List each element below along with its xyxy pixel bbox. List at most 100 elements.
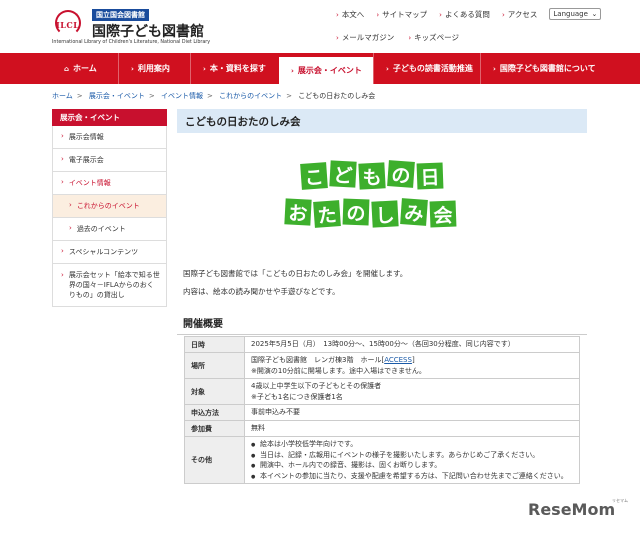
breadcrumb-events[interactable]: 展示会・イベント (89, 92, 145, 100)
table-row: 対象 4歳以上中学生以下の子どもとその保護者 ※子ども1名につき保護者1名 (184, 378, 580, 405)
hero-title-image: こ ど も の 日 お た の し み 会 (177, 151, 587, 251)
sidebar: 展示会・イベント › 展示会情報 › 電子展示会 › イベント情報 › これからのイベン… (52, 109, 167, 307)
list-item: 当日は、記録・広報用にイベントの様子を撮影いたします。あらかじめご了承ください。 (251, 450, 573, 460)
table-key-fee: 参加費 (184, 420, 245, 437)
table-row: 場所 国際子ども図書館 レンガ棟3階 ホール[ACCESS] ※開演の10分前に… (184, 352, 580, 379)
utility-links: › 本文へ › サイトマップ › よくある質問 › アクセス Language ⌄ (336, 8, 602, 20)
hero-tile: た (313, 200, 341, 228)
table-value-other: 絵本は小学校低学年向けです。 当日は、記録・広報用にイベントの様子を撮影いたしま… (244, 436, 580, 484)
sidebar-header[interactable]: 展示会・イベント (52, 109, 167, 126)
breadcrumb-home[interactable]: ホーム (52, 92, 73, 100)
table-value-place: 国際子ども図書館 レンガ棟3階 ホール[ACCESS] ※開演の10分前に開場し… (244, 352, 580, 379)
table-key-other: その他 (184, 436, 245, 484)
sidebar-item-exhibit-set-loan[interactable]: › 展示会セット「絵本で知る世界の国々－IFLAからのおくりもの」の貸出し (52, 264, 167, 307)
logo-english-name: International Library of Children's Lite… (52, 40, 211, 45)
breadcrumb-upcoming[interactable]: これからのイベント (219, 92, 282, 100)
hero-tile: 日 (416, 162, 444, 190)
table-key-place: 場所 (184, 352, 245, 379)
nav-item-about[interactable]: › 国際子ども図書館について (480, 53, 598, 84)
hero-tile: こ (300, 162, 328, 190)
utility-links-secondary: › メールマガジン › キッズページ (336, 32, 473, 43)
hero-tile: お (284, 198, 312, 226)
intro-text: 国際子ども図書館では「こどもの日おたのしみ会」を開催します。 内容は、絵本の読み… (177, 265, 587, 301)
chevron-right-icon: › (69, 224, 72, 232)
util-link-access[interactable]: › アクセス (502, 9, 537, 20)
language-select[interactable]: Language ⌄ (549, 8, 602, 20)
chevron-right-icon: › (501, 10, 505, 19)
table-value-fee: 無料 (244, 420, 580, 437)
breadcrumb-event-info[interactable]: イベント情報 (161, 92, 203, 100)
table-value-target: 4歳以上中学生以下の子どもとその保護者 ※子ども1名につき保護者1名 (244, 378, 580, 405)
util-link-mailmagazine[interactable]: › メールマガジン (336, 32, 394, 43)
table-key-apply: 申込方法 (184, 404, 245, 421)
nav-item-events[interactable]: › 展示会・イベント (279, 57, 373, 84)
hero-tile: み (400, 198, 428, 226)
chevron-right-icon: › (131, 64, 134, 73)
home-icon: ⌂ (64, 64, 70, 73)
list-item: 本イベントの参加に当たり、支援や配慮を希望する方は、下記問い合わせ先までご連絡く… (251, 471, 573, 481)
sidebar-item-event-info[interactable]: › イベント情報 (52, 172, 167, 195)
nav-item-reading-promotion[interactable]: › 子どもの読書活動推進 (373, 53, 480, 84)
section-divider (177, 334, 587, 335)
breadcrumb: ホーム > 展示会・イベント > イベント情報 > これからのイベント > こどもの日お… (52, 92, 376, 100)
table-row: 申込方法 事前申込み不要 (184, 404, 580, 421)
chevron-right-icon: › (376, 10, 380, 19)
chevron-right-icon: › (336, 10, 339, 19)
watermark-logo: ReseMom (528, 500, 616, 519)
event-info-table: 日時 2025年5月5日（月） 13時00分～、15時00分～（各回30分程度、… (184, 336, 580, 484)
chevron-right-icon: › (61, 271, 64, 279)
section-heading: 開催概要 (183, 319, 223, 330)
util-link-skip[interactable]: › 本文へ (336, 9, 364, 20)
chevron-right-icon: › (61, 247, 64, 255)
logo-sub-label: 国立国会図書館 (92, 9, 149, 21)
util-link-kids[interactable]: › キッズページ (408, 32, 459, 43)
sidebar-item-past-events[interactable]: › 過去のイベント (52, 218, 167, 241)
sidebar-item-digital-exhibitions[interactable]: › 電子展示会 (52, 149, 167, 172)
hero-tile: の (342, 198, 370, 226)
chevron-right-icon: › (386, 64, 389, 73)
sidebar-item-exhibitions[interactable]: › 展示会情報 (52, 126, 167, 149)
list-item: 絵本は小学校低学年向けです。 (251, 439, 573, 450)
hero-tile: も (358, 162, 386, 190)
global-nav: ⌂ ホーム › 利用案内 › 本・資料を探す › 展示会・イベント › 子どもの読書活動推… (0, 53, 640, 84)
main-content: こどもの日おたのしみ会 こ ど も の 日 お た の し み 会 国際子ども図… (177, 109, 587, 335)
chevron-right-icon: › (203, 64, 206, 73)
table-row: その他 絵本は小学校低学年向けです。 当日は、記録・広報用にイベントの様子を撮影… (184, 436, 580, 484)
chevron-right-icon: › (408, 34, 412, 42)
chevron-right-icon: › (493, 64, 496, 73)
chevron-down-icon: ⌄ (591, 10, 598, 18)
table-value-date: 2025年5月5日（月） 13時00分～、15時00分～（各回30分程度、同じ内… (244, 336, 580, 353)
table-row: 参加費 無料 (184, 420, 580, 437)
util-link-sitemap[interactable]: › サイトマップ (376, 9, 427, 20)
util-link-faq[interactable]: › よくある質問 (439, 9, 490, 20)
list-item: 開演中、ホール内での録音、撮影は、固くお断りします。 (251, 460, 573, 471)
chevron-right-icon: › (61, 155, 64, 163)
chevron-right-icon: › (61, 132, 64, 140)
intro-line-2: 内容は、絵本の読み聞かせや手遊びなどです。 (183, 287, 340, 296)
site-logo[interactable]: ILCL 国立国会図書館 国際子ども図書館 International Libr… (52, 8, 222, 46)
breadcrumb-current: こどもの日おたのしみ会 (298, 92, 376, 100)
chevron-right-icon: › (439, 10, 442, 19)
hero-tile: の (387, 160, 415, 188)
chevron-right-icon: › (336, 34, 339, 42)
table-key-date: 日時 (184, 336, 245, 353)
table-value-apply: 事前申込み不要 (244, 404, 580, 421)
chevron-right-icon: › (69, 201, 72, 209)
nav-item-search[interactable]: › 本・資料を探す (190, 53, 279, 84)
table-key-target: 対象 (184, 378, 245, 405)
hero-tile: し (371, 200, 399, 228)
table-row: 日時 2025年5月5日（月） 13時00分～、15時00分～（各回30分程度、… (184, 336, 580, 353)
hero-tile: 会 (429, 200, 457, 228)
page-title: こどもの日おたのしみ会 (177, 109, 587, 133)
nav-item-guide[interactable]: › 利用案内 (118, 53, 190, 84)
sidebar-item-special-contents[interactable]: › スペシャルコンテンツ (52, 241, 167, 264)
logo-letters: ILCL (56, 20, 80, 30)
chevron-right-icon: › (291, 66, 294, 75)
language-select-value: Language (553, 10, 588, 18)
sidebar-item-upcoming-events[interactable]: › これからのイベント (52, 195, 167, 218)
hero-tile: ど (329, 160, 357, 188)
nav-item-home[interactable]: ⌂ ホーム (52, 53, 118, 84)
access-link[interactable]: ACCESS (384, 356, 412, 364)
logo-title: 国際子ども図書館 (92, 24, 204, 40)
chevron-down-icon: › (61, 178, 64, 186)
